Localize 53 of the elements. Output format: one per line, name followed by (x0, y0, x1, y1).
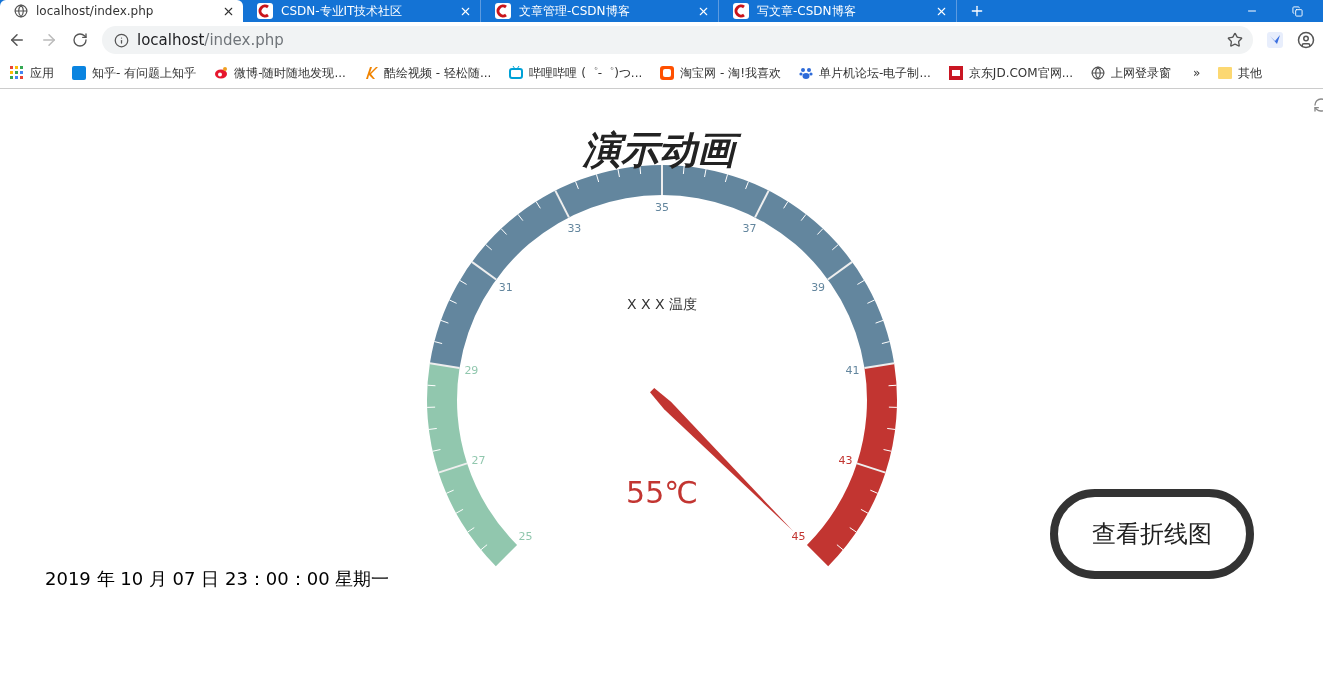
paw-icon (799, 66, 814, 80)
frame-icon (948, 66, 963, 80)
bookmark-item[interactable]: 上网登录窗 (1091, 64, 1172, 82)
square-logo-icon (72, 66, 86, 80)
axis-label: 37 (742, 222, 757, 236)
back-icon[interactable] (8, 31, 26, 49)
address-bar[interactable]: localhost/index.php (102, 26, 1253, 54)
k-shape-icon (363, 66, 378, 80)
eye-logo-icon (214, 66, 229, 80)
bookmark-item[interactable]: 酷绘视频 - 轻松随... (363, 64, 492, 82)
folder-icon (1218, 67, 1233, 79)
bookmark-item[interactable]: 淘宝网 - 淘!我喜欢 (660, 64, 782, 82)
c-logo-icon (733, 3, 749, 19)
more-bookmarks-button[interactable]: » (1193, 66, 1201, 80)
rounded-square-icon (660, 66, 675, 80)
restore-icon[interactable] (1292, 5, 1303, 17)
gauge-value: 55℃ (625, 475, 698, 510)
bookmark-item[interactable]: 知乎- 有问题上知乎 (72, 64, 197, 82)
page-title: 演示动画 (576, 123, 747, 177)
bookmark-star-icon[interactable] (1227, 32, 1243, 48)
axis-label: 27 (470, 453, 485, 467)
bookmark-item[interactable]: 哔哩哔哩 (゜-゜)つ... (509, 64, 643, 82)
bookmark-item[interactable]: 京东JD.COM官网... (948, 64, 1074, 82)
bookmark-item[interactable]: 应用 (10, 64, 54, 82)
info-icon[interactable] (114, 32, 129, 48)
axis-label: 35 (654, 201, 669, 214)
bookmark-item[interactable]: 微博-随时随地发现... (214, 64, 346, 82)
axis-label: 41 (845, 363, 860, 377)
date-time-text: 2019 年 10 月 07 日 23：00：00 星期一 (45, 567, 390, 591)
axis-label: 25 (518, 530, 533, 544)
c-logo-icon (495, 3, 511, 19)
axis-label: 33 (566, 222, 581, 236)
url-path: /index.php (204, 31, 285, 49)
axis-label: 43 (838, 453, 853, 467)
axis-label: 45 (790, 530, 805, 544)
other-bookmarks-folder[interactable]: 其他 (1218, 64, 1263, 82)
new-tab-icon[interactable] (969, 3, 985, 19)
tv-icon (509, 66, 524, 80)
globe-icon (1091, 66, 1106, 80)
axis-label: 39 (810, 280, 825, 294)
bookmark-item[interactable]: 单片机论坛-电子制... (799, 64, 931, 82)
bird-icon[interactable] (1267, 32, 1283, 48)
c-logo-icon (257, 3, 273, 19)
gauge-title: X X X 温度 (626, 296, 697, 312)
profile-icon[interactable] (1297, 31, 1315, 49)
apps-grid-icon (10, 66, 24, 80)
axis-label: 29 (463, 363, 478, 377)
globe-icon (14, 4, 28, 18)
browser-tab[interactable]: localhost/index.php (0, 0, 243, 22)
view-line-chart-button[interactable]: 查看折线图 (1050, 489, 1254, 579)
url-host: localhost (137, 31, 205, 49)
reload-icon[interactable] (72, 32, 88, 48)
axis-label: 31 (498, 280, 513, 294)
